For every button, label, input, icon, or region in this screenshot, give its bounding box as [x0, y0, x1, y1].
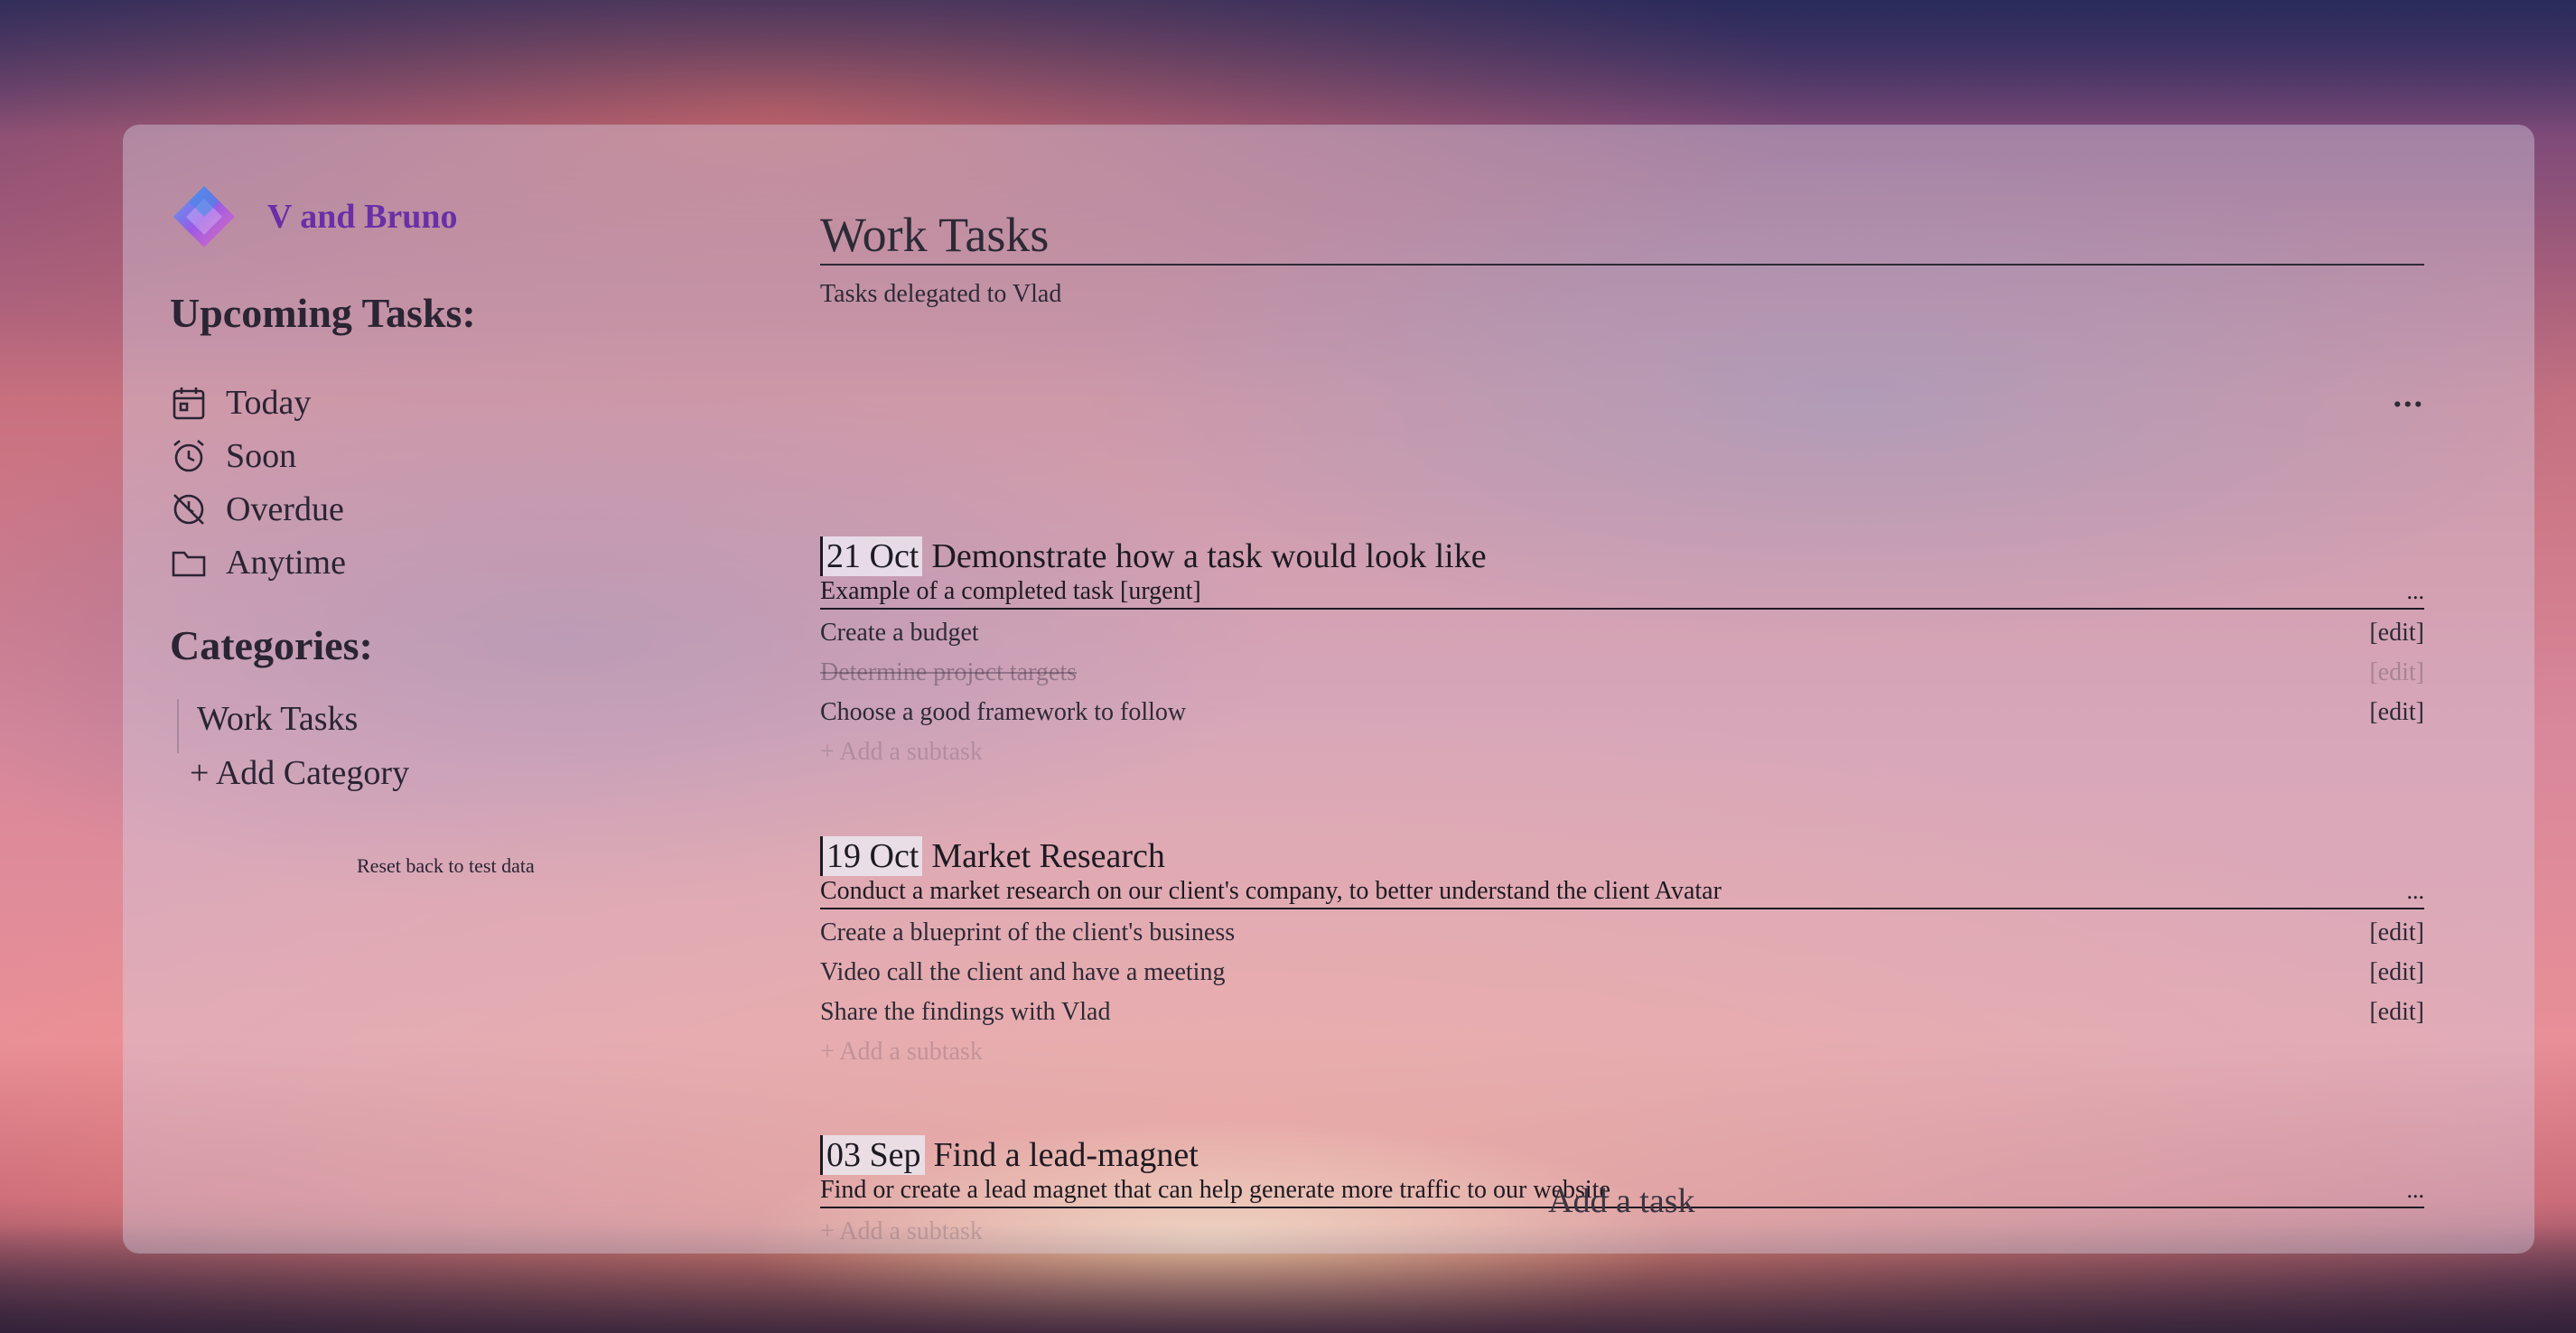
subtask-label: Create a budget: [820, 619, 979, 647]
task-header[interactable]: 21 Oct Demonstrate how a task would look…: [820, 536, 2424, 576]
subtask-label: Determine project targets: [820, 658, 1078, 686]
folder-icon: [172, 551, 206, 576]
task-description-row: Conduct a market research on our client'…: [820, 876, 2424, 909]
upcoming-list: Today Soon Overdue Anytime: [170, 376, 346, 589]
task-title: Demonstrate how a task would look like: [931, 537, 1487, 575]
subtask-row-completed[interactable]: Determine project targets [edit]: [820, 653, 2424, 693]
subtask-label: Share the findings with Vlad: [820, 998, 1111, 1026]
subtask-label: Video call the client and have a meeting: [820, 958, 1226, 986]
clock-off-icon: [173, 493, 204, 525]
task-description-row: Example of a completed task [urgent] ...: [820, 576, 2424, 610]
upcoming-label: Overdue: [226, 489, 344, 528]
upcoming-heading: Upcoming Tasks:: [170, 290, 476, 336]
subtask-row[interactable]: Share the findings with Vlad [edit]: [820, 993, 2424, 1032]
task-description: Find or create a lead magnet that can he…: [820, 1176, 1610, 1204]
task-date: 19 Oct: [820, 836, 923, 876]
alarm-clock-icon: [173, 439, 204, 471]
add-category-button[interactable]: + Add Category: [177, 753, 409, 807]
task-title: Market Research: [931, 837, 1165, 875]
subtask-edit-button[interactable]: [edit]: [2369, 693, 2424, 732]
task-description: Example of a completed task [urgent]: [820, 577, 1201, 605]
brand-name: V and Bruno: [267, 198, 458, 236]
upcoming-item-anytime[interactable]: Anytime: [170, 536, 346, 589]
task-menu-button[interactable]: ...: [2407, 576, 2425, 608]
upcoming-label: Soon: [226, 436, 297, 475]
add-subtask-button[interactable]: + Add a subtask: [820, 1032, 2424, 1072]
subtask-edit-button[interactable]: [edit]: [2369, 993, 2424, 1032]
background-sky-top: [0, 0, 2576, 135]
subtask-row[interactable]: Create a blueprint of the client's busin…: [820, 913, 2424, 953]
reset-test-data-link[interactable]: Reset back to test data: [357, 854, 535, 878]
categories-heading: Categories:: [170, 622, 373, 668]
task-header[interactable]: 03 Sep Find a lead-magnet: [820, 1135, 2424, 1175]
upcoming-label: Today: [226, 383, 312, 422]
subtask-row[interactable]: Create a budget [edit]: [820, 613, 2424, 653]
task-date: 03 Sep: [820, 1135, 925, 1175]
task-menu-button[interactable]: ...: [2407, 1175, 2425, 1207]
upcoming-item-today[interactable]: Today: [170, 376, 346, 429]
subtask-edit-button[interactable]: [edit]: [2369, 953, 2424, 993]
subtask-row[interactable]: Choose a good framework to follow [edit]: [820, 693, 2424, 732]
diamond-logo-icon: [173, 186, 235, 247]
page-title: Work Tasks: [820, 208, 2424, 266]
category-item-work-tasks[interactable]: Work Tasks: [177, 699, 409, 753]
add-subtask-button[interactable]: + Add a subtask: [820, 732, 2424, 772]
task-card: 19 Oct Market Research Conduct a market …: [820, 836, 2424, 1072]
subtask-row[interactable]: Video call the client and have a meeting…: [820, 953, 2424, 993]
subtask-edit-button[interactable]: [edit]: [2369, 653, 2424, 693]
task-header[interactable]: 19 Oct Market Research: [820, 836, 2424, 876]
main-content: Work Tasks Tasks delegated to Vlad ... 2…: [820, 208, 2424, 1245]
brand-header[interactable]: V and Bruno: [170, 182, 458, 251]
category-list: Work Tasks + Add Category: [177, 699, 409, 807]
upcoming-item-soon[interactable]: Soon: [170, 429, 346, 482]
subtask-label: Choose a good framework to follow: [820, 698, 1187, 726]
subtask-label: Create a blueprint of the client's busin…: [820, 918, 1236, 946]
calendar-icon: [173, 387, 205, 419]
task-description: Conduct a market research on our client'…: [820, 877, 1722, 905]
task-title: Find a lead-magnet: [933, 1136, 1199, 1174]
subtask-edit-button[interactable]: [edit]: [2369, 913, 2424, 953]
task-date: 21 Oct: [820, 536, 923, 576]
app-panel: V and Bruno Upcoming Tasks: Today Soon O…: [123, 125, 2534, 1254]
page-subtitle: Tasks delegated to Vlad: [820, 280, 1062, 308]
page-more-menu-button[interactable]: ...: [2394, 376, 2425, 415]
upcoming-item-overdue[interactable]: Overdue: [170, 482, 346, 536]
subtask-edit-button[interactable]: [edit]: [2369, 613, 2424, 653]
task-card: 21 Oct Demonstrate how a task would look…: [820, 536, 2424, 772]
upcoming-label: Anytime: [226, 543, 346, 582]
add-task-button[interactable]: Add a task: [1548, 1181, 1695, 1221]
task-menu-button[interactable]: ...: [2407, 876, 2425, 908]
